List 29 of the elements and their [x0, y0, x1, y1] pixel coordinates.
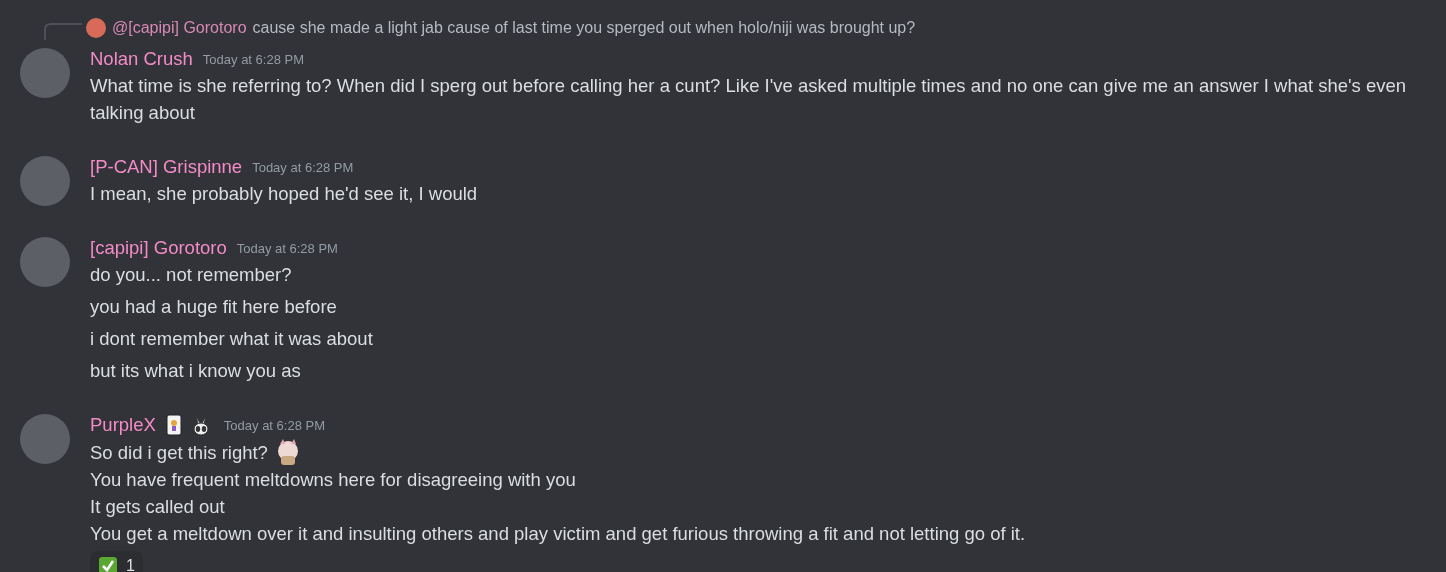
reaction-button[interactable]: 1	[90, 551, 143, 572]
message-text: What time is she referring to? When did I sperg out before calling her a cunt? Like I've asked multiple times and no one can give me an answer I what she's even talking about	[90, 75, 1407, 123]
message-text: you had a huge fit here before	[90, 296, 337, 317]
reply-text[interactable]: cause she made a light jab cause of last time you sperged out when holo/niji was brought up?	[252, 19, 916, 37]
avatar[interactable]	[20, 237, 70, 287]
avatar[interactable]	[86, 18, 106, 38]
timestamp: Today at 6:28 PM	[202, 51, 304, 67]
reply-connector	[44, 23, 82, 40]
checkmark-icon	[98, 556, 118, 572]
message-text: but its what i know you as	[90, 360, 301, 381]
username[interactable]: PurpleX	[90, 414, 156, 436]
message-text: i dont remember what it was about	[90, 328, 373, 349]
timestamp: Today at 6:28 PM	[236, 240, 338, 256]
username[interactable]: Nolan Crush	[90, 48, 193, 70]
username[interactable]: [capipi] Gorotoro	[90, 237, 227, 259]
avatar[interactable]	[20, 156, 70, 206]
message-text: You get a meltdown over it and insulting others and play victim and get furious throwing a fit and not letting go of it.	[90, 523, 1026, 544]
timestamp: Today at 6:28 PM	[223, 417, 325, 433]
timestamp: Today at 6:28 PM	[252, 159, 354, 175]
message-text: I mean, she probably hoped he'd see it, I would	[90, 183, 478, 204]
avatar[interactable]	[20, 48, 70, 98]
reply-author[interactable]: @[capipi] Gorotoro	[112, 19, 247, 37]
message-text: do you... not remember?	[90, 264, 292, 285]
username[interactable]: [P-CAN] Grispinne	[90, 156, 243, 178]
message-text: You have frequent meltdowns here for disagreeing with you	[90, 469, 576, 490]
message-text: It gets called out	[90, 496, 225, 517]
message-text: So did i get this right?	[90, 440, 268, 465]
playing-card-icon	[165, 414, 182, 436]
avatar[interactable]	[20, 414, 70, 464]
